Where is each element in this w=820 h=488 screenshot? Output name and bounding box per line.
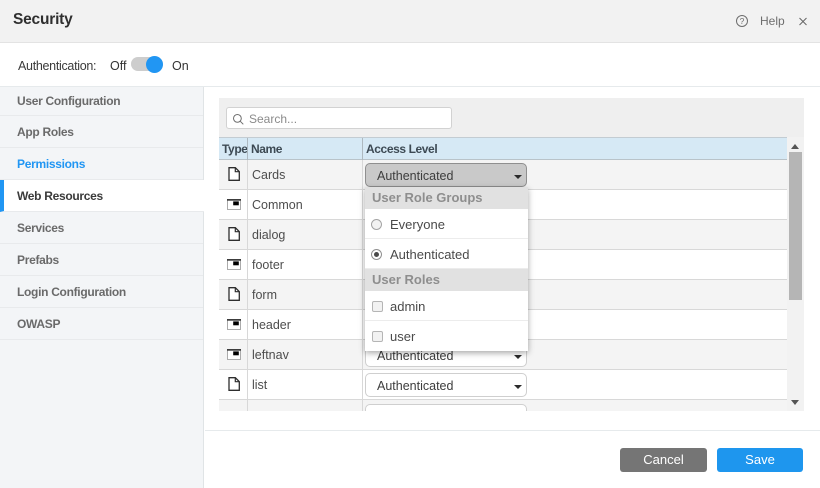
svg-text:?: ? — [740, 16, 745, 26]
